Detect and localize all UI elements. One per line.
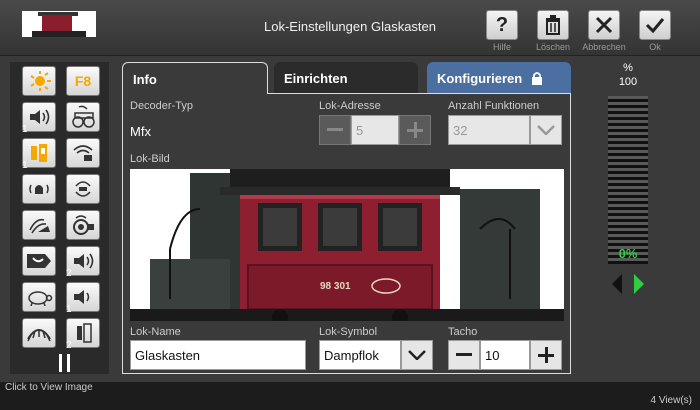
ventilation-icon	[73, 145, 93, 161]
speed-value: 0%	[618, 246, 638, 261]
check-icon	[645, 18, 665, 34]
decoder-type-label: Decoder-Typ	[130, 100, 193, 112]
tab-config[interactable]: Konfigurieren	[427, 62, 571, 94]
coupling-icon	[75, 181, 91, 197]
loco-symbol-select[interactable]: Dampflok	[319, 340, 401, 370]
loco-symbol-label: Lok-Symbol	[319, 326, 378, 338]
plus-icon	[407, 122, 423, 138]
direction-forward-icon[interactable]	[634, 274, 644, 294]
function-button-shunting[interactable]	[22, 282, 56, 312]
page-indicator[interactable]	[59, 354, 73, 372]
loco-name-label: Lok-Name	[130, 326, 181, 338]
ok-label: Ok	[649, 42, 661, 52]
tacho-input[interactable]: 10	[480, 340, 530, 370]
f8-icon: F8	[74, 73, 92, 89]
page-title: Lok-Einstellungen Glaskasten	[264, 19, 436, 34]
minus-icon	[456, 353, 472, 356]
header-bar: Lok-Einstellungen Glaskasten ? Hilfe Lös…	[0, 0, 700, 56]
function-number: 1	[22, 160, 28, 171]
loco-name-input[interactable]: Glaskasten	[130, 340, 306, 370]
trash-icon	[546, 15, 560, 35]
function-button-steam-release[interactable]	[22, 246, 56, 276]
cancel-button[interactable]	[588, 10, 620, 40]
bell-icon	[29, 184, 49, 194]
info-content: Decoder-Typ Mfx Lok-Adresse 5 Anzahl Fun…	[122, 93, 571, 374]
tab-info[interactable]: Info	[122, 62, 268, 94]
function-count-field: 32	[448, 115, 530, 145]
speed-indicator: % 100 0%	[588, 62, 668, 312]
tacho-label: Tacho	[448, 326, 478, 338]
delete-button[interactable]	[537, 10, 569, 40]
function-button-steam-sound[interactable]	[66, 102, 100, 132]
address-increment-button	[399, 115, 431, 145]
function-button-coupling[interactable]	[66, 174, 100, 204]
shovel-icon	[29, 218, 50, 234]
status-bar: Click to View Image 4 View(s)	[0, 382, 700, 410]
speed-max: 100	[618, 76, 638, 88]
function-button-ventilation[interactable]	[66, 138, 100, 168]
speed-bar[interactable]	[608, 96, 648, 264]
loco-image-label: Lok-Bild	[130, 153, 170, 165]
function-panel: F8 1 1 2 1 2	[10, 62, 109, 374]
function-number: 1	[22, 124, 28, 135]
locomotive-picture: 98 301	[130, 169, 564, 321]
loco-number-plate: 98 301	[320, 281, 351, 292]
plus-icon	[538, 347, 554, 363]
function-number: 2	[66, 268, 72, 279]
loco-address-field: 5	[351, 115, 399, 145]
lock-icon	[532, 72, 542, 85]
function-number: 2	[66, 340, 72, 351]
tab-setup[interactable]: Einrichten	[274, 62, 418, 94]
close-icon	[595, 16, 613, 34]
address-decrement-button	[319, 115, 351, 145]
tacho-decrement-button[interactable]	[448, 340, 480, 370]
function-button-shovel[interactable]	[22, 210, 56, 240]
help-button[interactable]: ?	[486, 10, 518, 40]
sound-3-icon	[74, 290, 90, 304]
function-count-label: Anzahl Funktionen	[448, 100, 540, 112]
speed-unit: %	[623, 62, 633, 74]
horn-icon	[30, 109, 50, 125]
function-button-brake[interactable]	[66, 210, 100, 240]
rail-joint-icon	[27, 329, 51, 342]
view-count: 4 View(s)	[650, 395, 693, 406]
function-number: 1	[66, 304, 72, 315]
question-icon: ?	[495, 13, 509, 36]
chevron-down-icon	[408, 350, 426, 360]
minus-icon	[327, 128, 343, 131]
function-button-light[interactable]	[22, 66, 56, 96]
tacho-increment-button[interactable]	[530, 340, 562, 370]
decoder-type-value: Mfx	[130, 124, 151, 139]
function-button-bell[interactable]	[22, 174, 56, 204]
headlight-icon	[30, 71, 51, 91]
chevron-down-icon	[537, 125, 555, 135]
cab-light-icon	[31, 144, 47, 162]
function-count-dropdown	[530, 115, 562, 145]
view-image-link[interactable]: Click to View Image	[5, 382, 93, 393]
steam-release-icon	[27, 254, 51, 268]
loco-image[interactable]: 98 301	[130, 169, 564, 321]
app-window: Lok-Einstellungen Glaskasten ? Hilfe Lös…	[0, 0, 700, 382]
steam-loco-sound-icon	[72, 105, 95, 128]
loco-thumbnail[interactable]	[22, 11, 96, 37]
ok-button[interactable]	[639, 10, 671, 40]
sound-4-icon	[77, 323, 92, 343]
function-button-rail-joint[interactable]	[22, 318, 56, 348]
sound-2-icon	[74, 253, 94, 269]
tab-config-label: Konfigurieren	[437, 71, 523, 86]
loco-address-label: Lok-Adresse	[319, 100, 381, 112]
loco-symbol-dropdown-button[interactable]	[401, 340, 433, 370]
turtle-icon	[28, 291, 53, 306]
brake-drum-icon	[73, 215, 94, 235]
settings-panel: Info Einrichten Konfigurieren Decoder-Ty…	[122, 62, 571, 374]
direction-reverse-icon[interactable]	[612, 274, 622, 294]
function-button-f8[interactable]: F8	[66, 66, 100, 96]
